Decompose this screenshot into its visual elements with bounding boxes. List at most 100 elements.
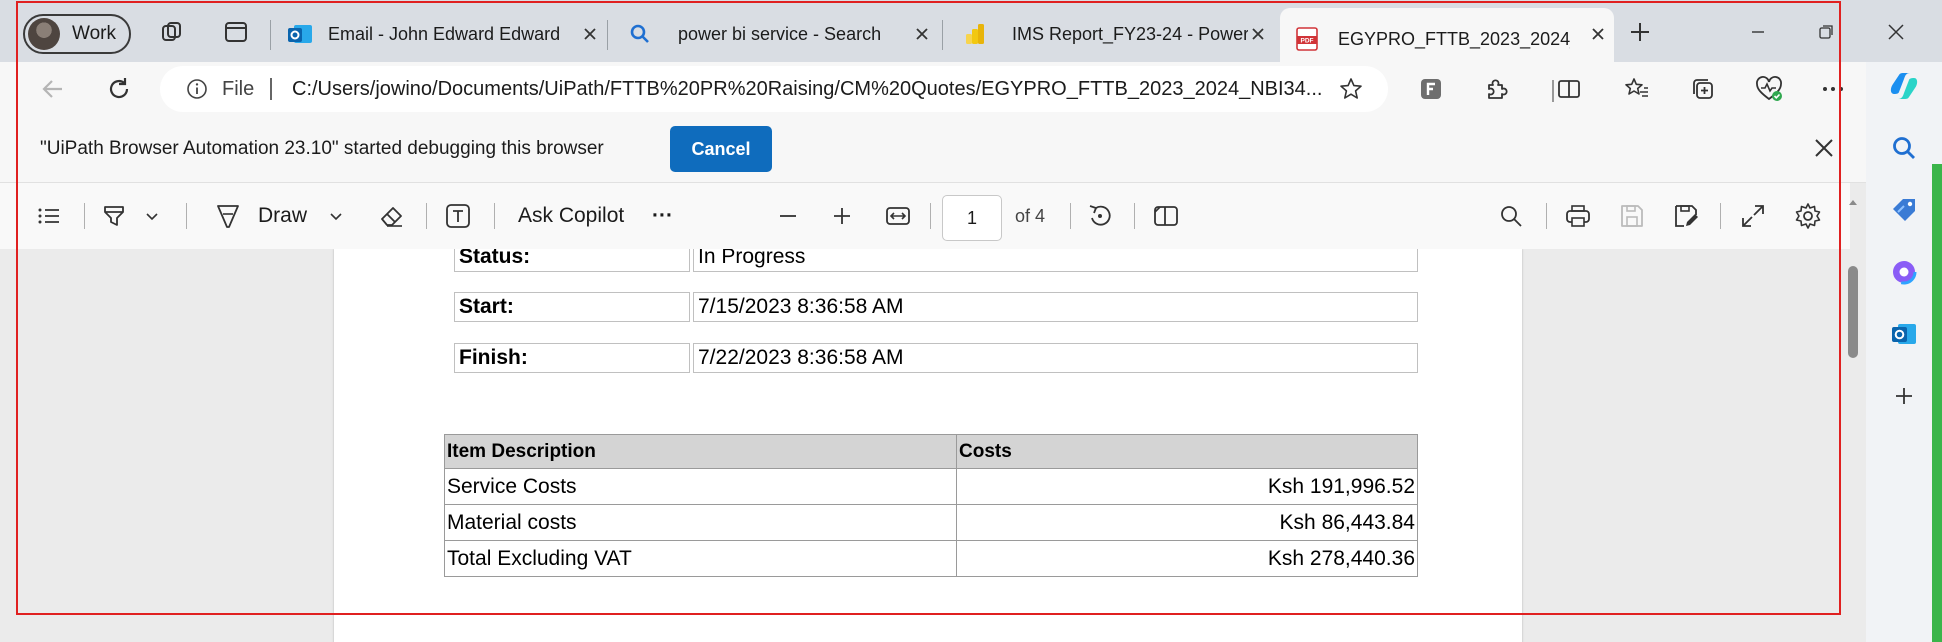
search-icon <box>630 24 649 43</box>
eraser-icon <box>381 207 402 227</box>
pdf-icon: PDF <box>1296 27 1318 51</box>
minimize-icon <box>1752 31 1764 33</box>
ask-copilot-label: Ask Copilot <box>518 204 625 227</box>
new-tab-button[interactable] <box>1624 16 1656 48</box>
contents-button[interactable] <box>36 199 62 233</box>
restore-button[interactable] <box>1806 12 1846 52</box>
zoom-in-button[interactable] <box>830 199 854 233</box>
collections-button[interactable] <box>1686 72 1720 106</box>
close-tab-button[interactable] <box>910 22 934 46</box>
extension-f-icon <box>1421 79 1441 99</box>
tab-email[interactable]: Email - John Edward Edward C <box>280 16 606 52</box>
back-button[interactable] <box>36 72 70 106</box>
status-label: Status: <box>454 249 690 272</box>
settings-more-button[interactable] <box>1816 72 1850 106</box>
refresh-icon <box>109 78 129 99</box>
address-bar[interactable]: File C:/Users/jowino/Documents/UiPath/FT… <box>160 66 1388 112</box>
close-icon <box>584 28 596 40</box>
outlook-icon <box>1892 324 1916 344</box>
profile-button[interactable]: Work <box>23 14 131 54</box>
tab-search[interactable]: power bi service - Search <box>616 16 938 52</box>
draw-pen-icon <box>217 205 239 228</box>
rotate-button[interactable] <box>1086 199 1114 233</box>
minimize-button[interactable] <box>1738 12 1778 52</box>
fit-width-button[interactable] <box>884 199 912 233</box>
print-button[interactable] <box>1564 199 1592 233</box>
draw-options-dropdown[interactable] <box>328 199 344 233</box>
sidebar-outlook-button[interactable] <box>1886 316 1922 352</box>
finish-value: 7/22/2023 8:36:58 AM <box>693 343 1418 373</box>
save-button[interactable] <box>1618 199 1646 233</box>
extensions-button[interactable] <box>1480 72 1514 106</box>
search-icon <box>1893 137 1915 159</box>
back-arrow-icon <box>42 80 62 98</box>
sidebar-search-button[interactable] <box>1886 130 1922 166</box>
copilot-icon <box>1890 73 1918 99</box>
favorites-button[interactable] <box>1620 72 1654 106</box>
refresh-button[interactable] <box>102 72 136 106</box>
page-view-button[interactable] <box>1152 199 1180 233</box>
more-horizontal-icon <box>1823 87 1843 91</box>
favorite-star-icon[interactable] <box>1338 76 1364 102</box>
close-tab-button[interactable] <box>1586 22 1610 46</box>
find-button[interactable] <box>1498 199 1524 233</box>
sidebar-add-button[interactable] <box>1886 378 1922 414</box>
zoom-out-button[interactable] <box>776 199 800 233</box>
gear-icon <box>1795 203 1821 229</box>
highlighter-icon <box>104 206 124 226</box>
tab-title: power bi service - Search <box>678 23 882 44</box>
avatar <box>28 18 60 50</box>
copilot-button[interactable] <box>1886 68 1922 104</box>
table-row: Total Excluding VAT Ksh 278,440.36 <box>444 540 1418 577</box>
sidebar-shopping-button[interactable] <box>1886 192 1922 228</box>
save-as-button[interactable] <box>1672 199 1700 233</box>
pdf-settings-button[interactable] <box>1794 199 1822 233</box>
draw-button[interactable]: Draw <box>214 199 307 233</box>
page-count-label: of 4 <box>1015 206 1046 226</box>
extension-button[interactable] <box>1414 72 1448 106</box>
scrollbar-thumb[interactable] <box>1848 266 1858 358</box>
page-view-icon <box>1154 206 1178 226</box>
tab-actions-button[interactable] <box>220 16 252 48</box>
close-tab-button[interactable] <box>1246 22 1270 46</box>
tab-ims-report[interactable]: IMS Report_FY23-24 - Power B <box>952 16 1274 52</box>
more-tools-button[interactable]: ··· <box>652 199 673 233</box>
ask-copilot-button[interactable]: Ask Copilot <box>518 199 624 233</box>
more-icon: ··· <box>652 204 673 227</box>
highlight-button[interactable] <box>100 199 128 233</box>
item-cost: Ksh 278,440.36 <box>956 540 1418 577</box>
table-of-contents-icon <box>38 208 59 224</box>
split-screen-button[interactable] <box>1552 72 1586 106</box>
table-row: Material costs Ksh 86,443.84 <box>444 504 1418 541</box>
sidebar-m365-button[interactable] <box>1886 254 1922 290</box>
cancel-debugging-button[interactable]: Cancel <box>670 126 772 172</box>
fullscreen-button[interactable] <box>1740 199 1766 233</box>
erase-button[interactable] <box>378 199 406 233</box>
close-tab-button[interactable] <box>578 22 602 46</box>
start-value: 7/15/2023 8:36:58 AM <box>693 292 1418 322</box>
restore-icon <box>1819 25 1833 39</box>
powerbi-icon <box>966 24 984 44</box>
browser-essentials-button[interactable] <box>1752 72 1786 106</box>
favorites-list-icon <box>1625 78 1648 97</box>
scroll-up-icon[interactable] <box>1846 196 1860 210</box>
vertical-scrollbar[interactable] <box>1846 192 1860 642</box>
sidebar-accent-strip <box>1932 164 1942 642</box>
debugging-infobar: "UiPath Browser Automation 23.10" starte… <box>0 116 1866 183</box>
close-window-button[interactable] <box>1876 12 1916 52</box>
item-cost: Ksh 191,996.52 <box>956 468 1418 505</box>
tab-pdf-active[interactable]: PDF EGYPRO_FTTB_2023_2024_NB <box>1280 8 1614 62</box>
plus-icon <box>834 208 850 224</box>
add-text-button[interactable] <box>444 199 472 233</box>
print-icon <box>1566 205 1590 227</box>
pdf-viewport[interactable]: Status: In Progress Start: 7/15/2023 8:3… <box>0 249 1850 642</box>
info-icon[interactable] <box>186 78 208 100</box>
highlight-options-dropdown[interactable] <box>144 199 160 233</box>
workspaces-icon <box>162 22 181 41</box>
workspaces-button[interactable] <box>156 16 188 48</box>
close-infobar-button[interactable] <box>1812 136 1836 160</box>
page-number-input[interactable]: 1 <box>942 195 1002 241</box>
collections-icon <box>1693 79 1713 99</box>
rotate-icon <box>1089 205 1111 226</box>
url-text[interactable]: C:/Users/jowino/Documents/UiPath/FTTB%20… <box>292 78 1332 101</box>
